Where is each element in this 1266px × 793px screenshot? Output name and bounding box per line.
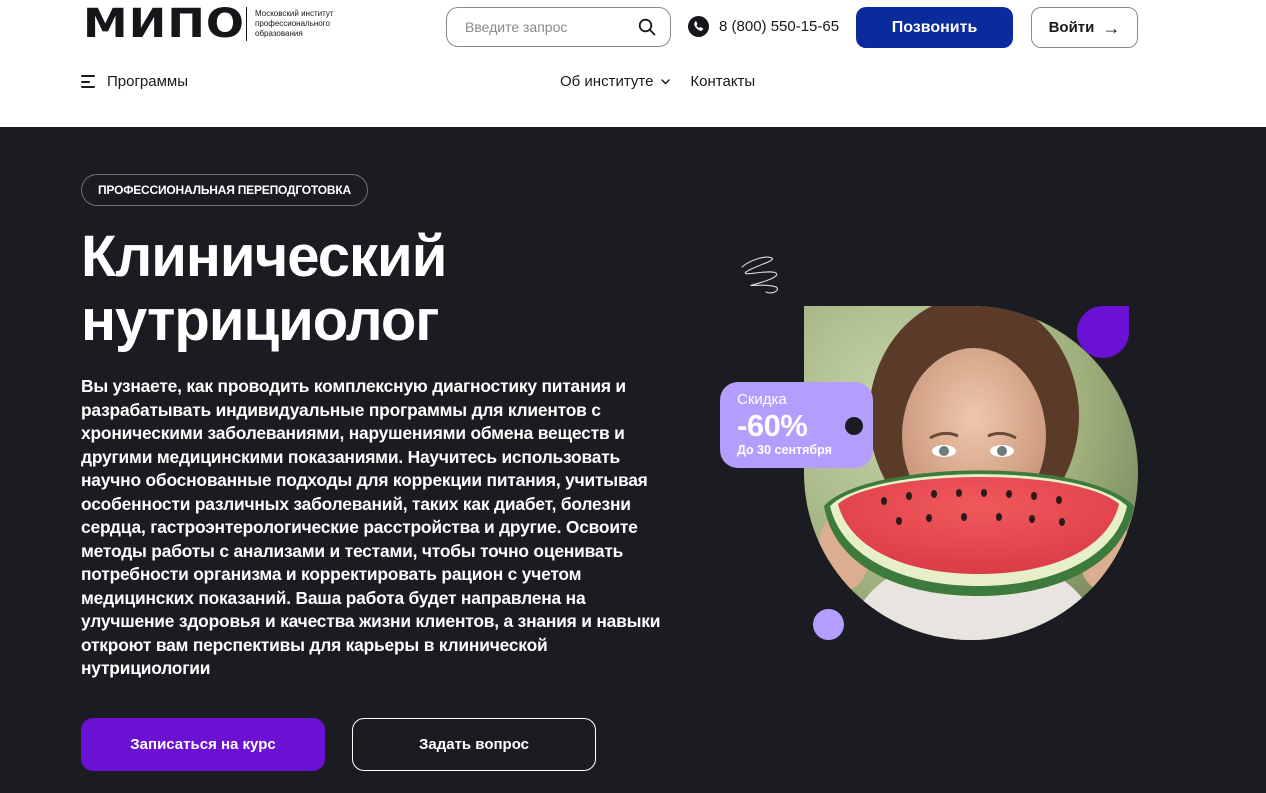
nav-item-label: Контакты bbox=[690, 73, 756, 90]
hero-photo bbox=[804, 306, 1138, 640]
discount-deadline: До 30 сентября bbox=[737, 443, 832, 457]
program-description: Вы узнаете, как проводить комплексную ди… bbox=[81, 376, 661, 678]
site-header: МИПО Московский институт профессионально… bbox=[0, 0, 1266, 127]
title-line-1: Клинический bbox=[81, 224, 447, 289]
page-title: Клинический нутрициолог bbox=[81, 225, 641, 353]
discount-dot-decoration bbox=[845, 417, 863, 435]
logo-mark: МИПО bbox=[83, 1, 246, 47]
ask-question-button[interactable]: Задать вопрос bbox=[352, 718, 596, 771]
search-box[interactable] bbox=[446, 7, 671, 47]
main-nav: Об институте Контакты bbox=[560, 73, 755, 90]
logo[interactable]: МИПО Московский институт профессионально… bbox=[83, 4, 355, 44]
programs-label: Программы bbox=[107, 73, 189, 90]
nav-item-contacts[interactable]: Контакты bbox=[690, 73, 755, 90]
phone-contact[interactable]: 8 (800) 550-15-65 bbox=[688, 16, 839, 37]
nav-item-label: Об институте bbox=[560, 73, 654, 90]
nav-item-about[interactable]: Об институте bbox=[560, 73, 671, 90]
discount-label: Скидка bbox=[737, 391, 787, 408]
enroll-button[interactable]: Записаться на курс bbox=[81, 718, 325, 771]
title-line-2: нутрициолог bbox=[81, 288, 439, 353]
phone-number[interactable]: 8 (800) 550-15-65 bbox=[719, 18, 839, 35]
arrow-right-icon: → bbox=[1102, 17, 1121, 38]
search-input[interactable] bbox=[465, 19, 625, 35]
woman-with-watermelon-image bbox=[804, 306, 1138, 640]
program-type-badge: ПРОФЕССИОНАЛЬНАЯ ПЕРЕПОДГОТОВКА bbox=[81, 174, 368, 206]
login-button[interactable]: Войти → bbox=[1031, 7, 1138, 48]
programs-menu-button[interactable]: Программы bbox=[81, 73, 188, 90]
phone-icon bbox=[688, 16, 709, 37]
hero-section: ПРОФЕССИОНАЛЬНАЯ ПЕРЕПОДГОТОВКА Клиничес… bbox=[0, 127, 1266, 793]
menu-icon bbox=[81, 75, 97, 88]
logo-subtitle: Московский институт профессионального об… bbox=[255, 9, 334, 38]
call-button[interactable]: Позвонить bbox=[856, 7, 1013, 48]
squiggle-decoration bbox=[741, 256, 778, 294]
purple-drop-decoration bbox=[1077, 306, 1129, 358]
login-label: Войти bbox=[1048, 19, 1095, 36]
search-icon[interactable] bbox=[638, 18, 656, 36]
lavender-circle-decoration bbox=[813, 609, 844, 640]
chevron-down-icon bbox=[661, 78, 671, 84]
